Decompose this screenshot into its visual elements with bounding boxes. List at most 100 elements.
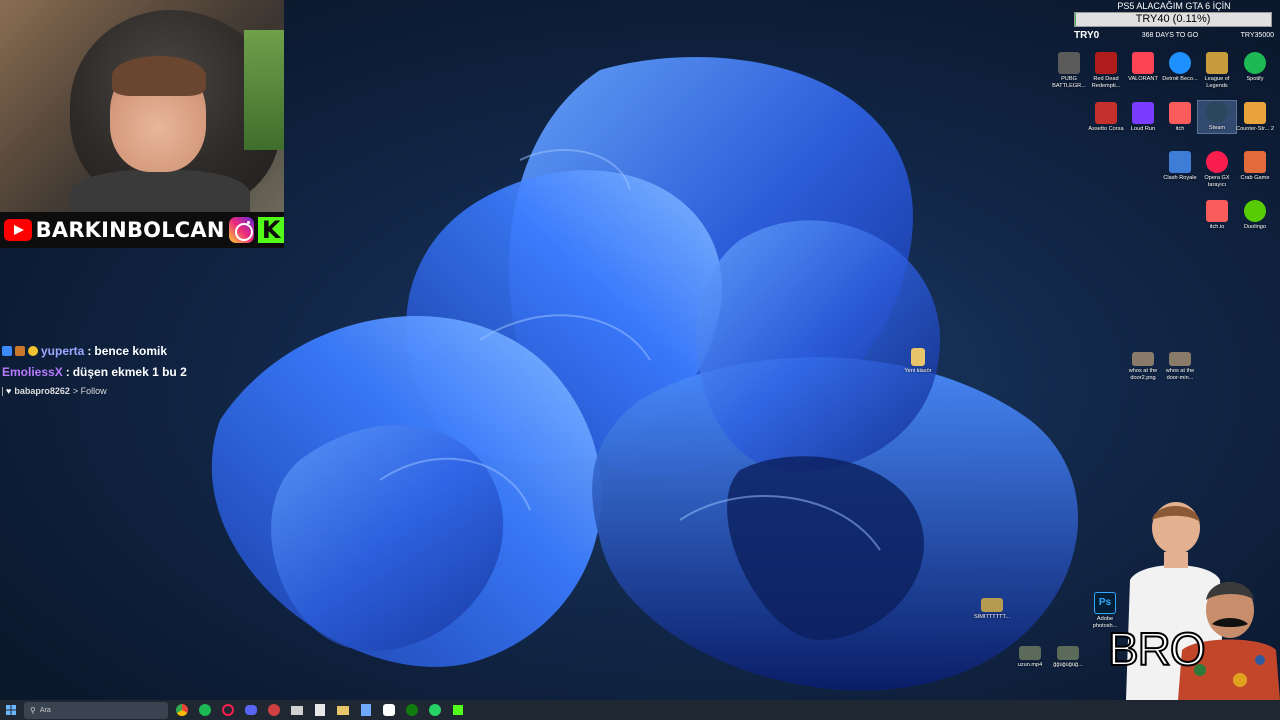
badge-icon — [28, 345, 38, 356]
channel-banner: BARKINBOLCAN K — [0, 212, 285, 248]
kick-icon: K — [258, 217, 285, 243]
goal-title: PS5 ALACAĞIM GTA 6 İÇİN — [1117, 1, 1231, 11]
valorant-icon — [1132, 52, 1154, 74]
calculator-taskbar[interactable] — [358, 702, 374, 718]
bro-meme-overlay: BRO — [1100, 500, 1280, 700]
goal-current: TRY0 — [1074, 29, 1100, 41]
chat-username: yuperta — [41, 343, 85, 358]
search-icon: ⚲ — [30, 705, 36, 715]
desktop-icon-pubg[interactable]: PUBG BATTLEGR... — [1050, 52, 1088, 90]
goal-amount: TRY40 (0.11%) — [1135, 13, 1211, 25]
capcut-taskbar[interactable] — [381, 702, 397, 718]
foliage-background — [244, 30, 284, 150]
desktop-icon-clashroyale[interactable]: Clash Royale — [1161, 151, 1199, 182]
desktop-icon-crabgame[interactable]: Crab Game — [1236, 151, 1274, 182]
bro-text: BRO — [1107, 622, 1207, 676]
goal-days-left: 368 DAYS TO GO — [1141, 31, 1199, 39]
channel-name: BARKINBOLCAN — [35, 218, 225, 242]
desktop-icon-spotify[interactable]: Spotify — [1236, 52, 1274, 83]
chat-separator: : — [65, 364, 70, 379]
desktop-icon-itch[interactable]: itch — [1161, 102, 1199, 133]
itch-icon — [1169, 102, 1191, 124]
desktop-icon-duolingo[interactable]: Duolingo — [1236, 200, 1274, 231]
capcut-icon — [383, 704, 395, 716]
duolingo-icon — [1244, 200, 1266, 222]
desktop-icon-loudrun[interactable]: Loud Run — [1124, 102, 1162, 133]
desktop-icon-operagx[interactable]: Opera GX tarayıcı — [1198, 151, 1236, 189]
lol-icon — [1206, 52, 1228, 74]
kick-taskbar[interactable] — [450, 702, 466, 718]
discord-icon — [245, 705, 257, 715]
desktop-icon-whos-door2[interactable]: whos at the door2.png — [1124, 352, 1162, 382]
folder-icon — [911, 348, 925, 366]
obs-taskbar[interactable] — [289, 702, 305, 718]
goal-target: TRY35000 — [1240, 31, 1274, 39]
chat-text: bence komik — [94, 343, 168, 358]
operagx-icon — [222, 704, 234, 716]
spotify-icon — [1244, 52, 1266, 74]
desktop-icon-rdr[interactable]: Red Dead Redempti... — [1087, 52, 1125, 90]
pubg-icon — [1058, 52, 1080, 74]
streamer-shirt — [70, 170, 250, 212]
video-file-icon — [1057, 646, 1079, 660]
badge-icon — [2, 345, 12, 356]
chat-separator: : — [87, 343, 92, 358]
heart-icon: ♥ — [6, 386, 12, 396]
calculator-icon — [361, 704, 371, 716]
taskbar: ⚲ Ara — [0, 700, 1280, 720]
taskbar-search[interactable]: ⚲ Ara — [24, 701, 168, 719]
webcam-feed — [0, 0, 284, 212]
desktop-icon-valorant[interactable]: VALORANT — [1124, 52, 1162, 83]
explorer-taskbar[interactable] — [335, 702, 351, 718]
spotify-taskbar[interactable] — [197, 702, 213, 718]
xbox-icon — [406, 704, 418, 716]
follow-action: > Follow — [72, 386, 107, 396]
clashroyale-icon — [1169, 151, 1191, 173]
instagram-icon — [228, 217, 255, 243]
streamer-hair — [112, 56, 206, 96]
rdr-icon — [1095, 52, 1117, 74]
youtube-icon — [4, 219, 32, 241]
desktop-icon-uzun-mp4[interactable]: uzun.mp4 — [1011, 646, 1049, 669]
xbox-taskbar[interactable] — [404, 702, 420, 718]
opera-taskbar[interactable] — [220, 702, 236, 718]
desktop-icon-simit[interactable]: SIMITTTTTT... — [973, 598, 1011, 621]
desktop-icon-lol[interactable]: League of Legends — [1198, 52, 1236, 90]
goal-progress-bar: TRY40 (0.11%) — [1074, 12, 1272, 27]
streamlabs-icon — [315, 704, 325, 716]
itchio-icon — [1206, 200, 1228, 222]
operagx-icon — [1206, 151, 1228, 173]
chat-message: yuperta : bence komik — [2, 340, 302, 361]
desktop-icon-video[interactable]: ğğüğüğüğ... — [1049, 646, 1087, 669]
chat-message: EmoliessX : düşen ekmek 1 bu 2 — [2, 361, 302, 382]
desktop-icon-itchio[interactable]: itch.io — [1198, 200, 1236, 231]
follow-event: ♥ babapro8262 > Follow — [2, 382, 302, 400]
whatsapp-icon — [429, 704, 441, 716]
image-file-icon — [1169, 352, 1191, 366]
chat-overlay: yuperta : bence komik EmoliessX : düşen … — [2, 340, 302, 400]
assetto-icon — [1095, 102, 1117, 124]
streamlabs-taskbar[interactable] — [312, 702, 328, 718]
desktop-icon-whos-door-min[interactable]: whos at the door-min... — [1161, 352, 1199, 382]
donation-goal: PS5 ALACAĞIM GTA 6 İÇİN TRY40 (0.11%) TR… — [1074, 0, 1274, 42]
windows-icon — [6, 705, 16, 715]
desktop-icon-steam[interactable]: Steam — [1197, 100, 1237, 134]
desktop-icon-new-folder[interactable]: Yeni klasör — [899, 348, 937, 375]
whatsapp-taskbar[interactable] — [427, 702, 443, 718]
desktop-icon-detroit[interactable]: Detroit Beco... — [1161, 52, 1199, 83]
start-button[interactable] — [0, 700, 22, 720]
desktop-icon-assetto[interactable]: Assetto Corsa — [1087, 102, 1125, 133]
cs2-icon — [1244, 102, 1266, 124]
discord-taskbar[interactable] — [243, 702, 259, 718]
mail-taskbar[interactable] — [266, 702, 282, 718]
loudrun-icon — [1132, 102, 1154, 124]
mail-icon — [268, 704, 280, 716]
chrome-taskbar[interactable] — [174, 702, 190, 718]
chrome-icon — [176, 704, 188, 716]
steam-icon — [1206, 101, 1228, 123]
taskbar-apps — [174, 702, 466, 718]
image-file-icon — [1132, 352, 1154, 366]
search-placeholder: Ara — [39, 706, 51, 714]
chat-text: düşen ekmek 1 bu 2 — [72, 364, 187, 379]
desktop-icon-cs2[interactable]: Counter-Str... 2 — [1236, 102, 1274, 133]
